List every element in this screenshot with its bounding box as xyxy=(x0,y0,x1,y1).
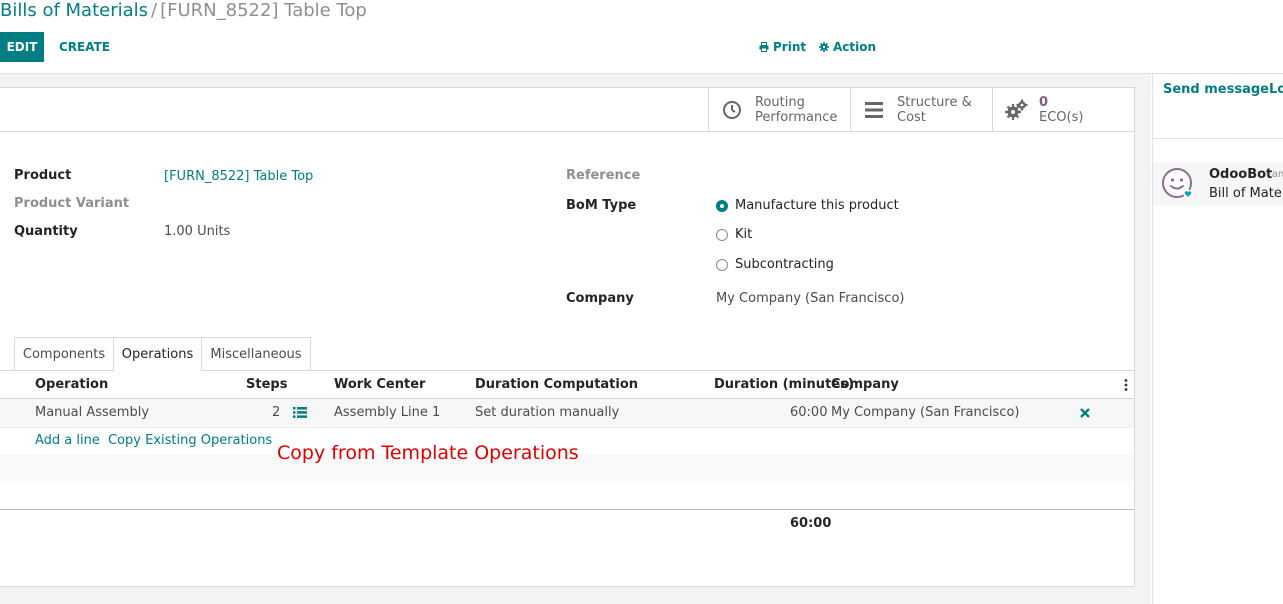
radio-empty-icon xyxy=(716,258,728,271)
print-icon xyxy=(759,42,769,52)
cell-operation: Manual Assembly xyxy=(35,405,150,420)
bom-type-label: BoM Type xyxy=(566,198,637,213)
chatter-message: OdooBot - an Bill of Materia xyxy=(1153,162,1283,206)
radio-selected-icon xyxy=(716,199,728,212)
message-body: Bill of Materia xyxy=(1209,186,1283,201)
eco-count: 0 xyxy=(1039,94,1049,110)
form-view: Routing Performance Structure & Cost 0 ECO(… xyxy=(0,74,1151,604)
clock-icon xyxy=(723,100,741,119)
tab-components[interactable]: Components xyxy=(14,337,114,370)
bom-type-option-label: Manufacture this product xyxy=(735,198,899,213)
reference-label: Reference xyxy=(566,168,641,183)
structure-cost-button[interactable]: Structure & Cost xyxy=(850,88,992,131)
company-label: Company xyxy=(566,291,634,306)
add-line-link[interactable]: Add a line xyxy=(35,433,100,448)
bom-type-kit-radio[interactable]: Kit xyxy=(716,227,752,242)
log-note-button[interactable]: Lo xyxy=(1269,82,1283,97)
column-duration-computation[interactable]: Duration Computation xyxy=(475,372,638,398)
action-label: Action xyxy=(833,40,877,54)
gear-icon xyxy=(819,42,829,52)
structure-cost-label: Structure & Cost xyxy=(897,94,972,125)
quantity-label: Quantity xyxy=(14,224,78,239)
company-value: My Company (San Francisco) xyxy=(716,291,905,306)
delete-row-icon[interactable] xyxy=(1080,408,1090,418)
quantity-value: 1.00 Units xyxy=(164,224,231,239)
table-footer-divider xyxy=(0,509,1134,510)
edit-button[interactable]: EDIT xyxy=(0,32,44,62)
breadcrumb: Bills of Materials / [FURN_8522] Table Top xyxy=(0,0,367,22)
copy-existing-operations-link[interactable]: Copy Existing Operations xyxy=(108,433,272,448)
product-variant-label: Product Variant xyxy=(14,196,130,211)
cell-steps: 2 xyxy=(272,405,281,420)
bom-type-subcontracting-radio[interactable]: Subcontracting xyxy=(716,257,834,272)
product-value-link[interactable]: [FURN_8522] Table Top xyxy=(164,169,313,184)
routing-performance-label: Routing Performance xyxy=(755,94,838,125)
message-time: - an xyxy=(1265,169,1283,180)
routing-performance-button[interactable]: Routing Performance xyxy=(708,88,850,131)
chatter-topbar: Send message Lo xyxy=(1153,74,1283,139)
form-sheet: Routing Performance Structure & Cost 0 ECO(… xyxy=(0,87,1135,587)
cell-company: My Company (San Francisco) xyxy=(831,405,1020,420)
operations-table-header: Operation Steps Work Center Duration Com… xyxy=(0,372,1134,399)
breadcrumb-separator: / xyxy=(151,0,158,21)
breadcrumb-bills-of-materials[interactable]: Bills of Materials xyxy=(0,0,148,21)
cell-work-center: Assembly Line 1 xyxy=(334,405,441,420)
print-button[interactable]: Print xyxy=(759,32,806,62)
list-icon[interactable] xyxy=(293,407,307,419)
control-panel: Bills of Materials / [FURN_8522] Table Top… xyxy=(0,0,1283,74)
column-company[interactable]: Company xyxy=(831,372,899,398)
radio-empty-icon xyxy=(716,228,728,241)
bom-type-manufacture-radio[interactable]: Manufacture this product xyxy=(716,198,899,213)
tab-operations[interactable]: Operations xyxy=(113,337,202,371)
cell-duration-computation: Set duration manually xyxy=(475,405,620,420)
tab-miscellaneous[interactable]: Miscellaneous xyxy=(201,337,311,370)
avatar xyxy=(1162,168,1193,199)
bars-icon xyxy=(865,101,883,118)
gears-icon xyxy=(1005,99,1028,120)
cell-duration: 60:00 xyxy=(790,405,828,420)
eco-button[interactable]: 0 ECO(s) xyxy=(992,88,1134,131)
annotation-text: Copy from Template Operations xyxy=(277,442,579,464)
smart-button-box: Routing Performance Structure & Cost 0 ECO(… xyxy=(0,88,1134,132)
eco-label: 0 ECO(s) xyxy=(1039,94,1084,125)
bom-type-option-label: Kit xyxy=(735,227,753,242)
chatter-panel: Send message Lo OdooBot - an Bill of Mat… xyxy=(1152,74,1283,604)
action-button[interactable]: Action xyxy=(819,32,876,62)
print-label: Print xyxy=(773,40,807,54)
column-options-icon[interactable] xyxy=(1124,372,1130,398)
send-message-button[interactable]: Send message xyxy=(1163,82,1269,97)
message-author: OdooBot xyxy=(1209,167,1273,182)
duration-total: 60:00 xyxy=(790,516,832,531)
product-label: Product xyxy=(14,168,72,183)
bom-type-option-label: Subcontracting xyxy=(735,257,834,272)
column-steps[interactable]: Steps xyxy=(246,372,287,398)
notebook-tabs: Components Operations Miscellaneous xyxy=(0,337,1134,371)
column-operation[interactable]: Operation xyxy=(35,372,108,398)
create-button[interactable]: CREATE xyxy=(59,32,110,62)
column-work-center[interactable]: Work Center xyxy=(334,372,425,398)
breadcrumb-current: [FURN_8522] Table Top xyxy=(160,0,367,21)
table-row[interactable]: Manual Assembly 2 Assembly Line 1 Set du… xyxy=(0,399,1134,428)
